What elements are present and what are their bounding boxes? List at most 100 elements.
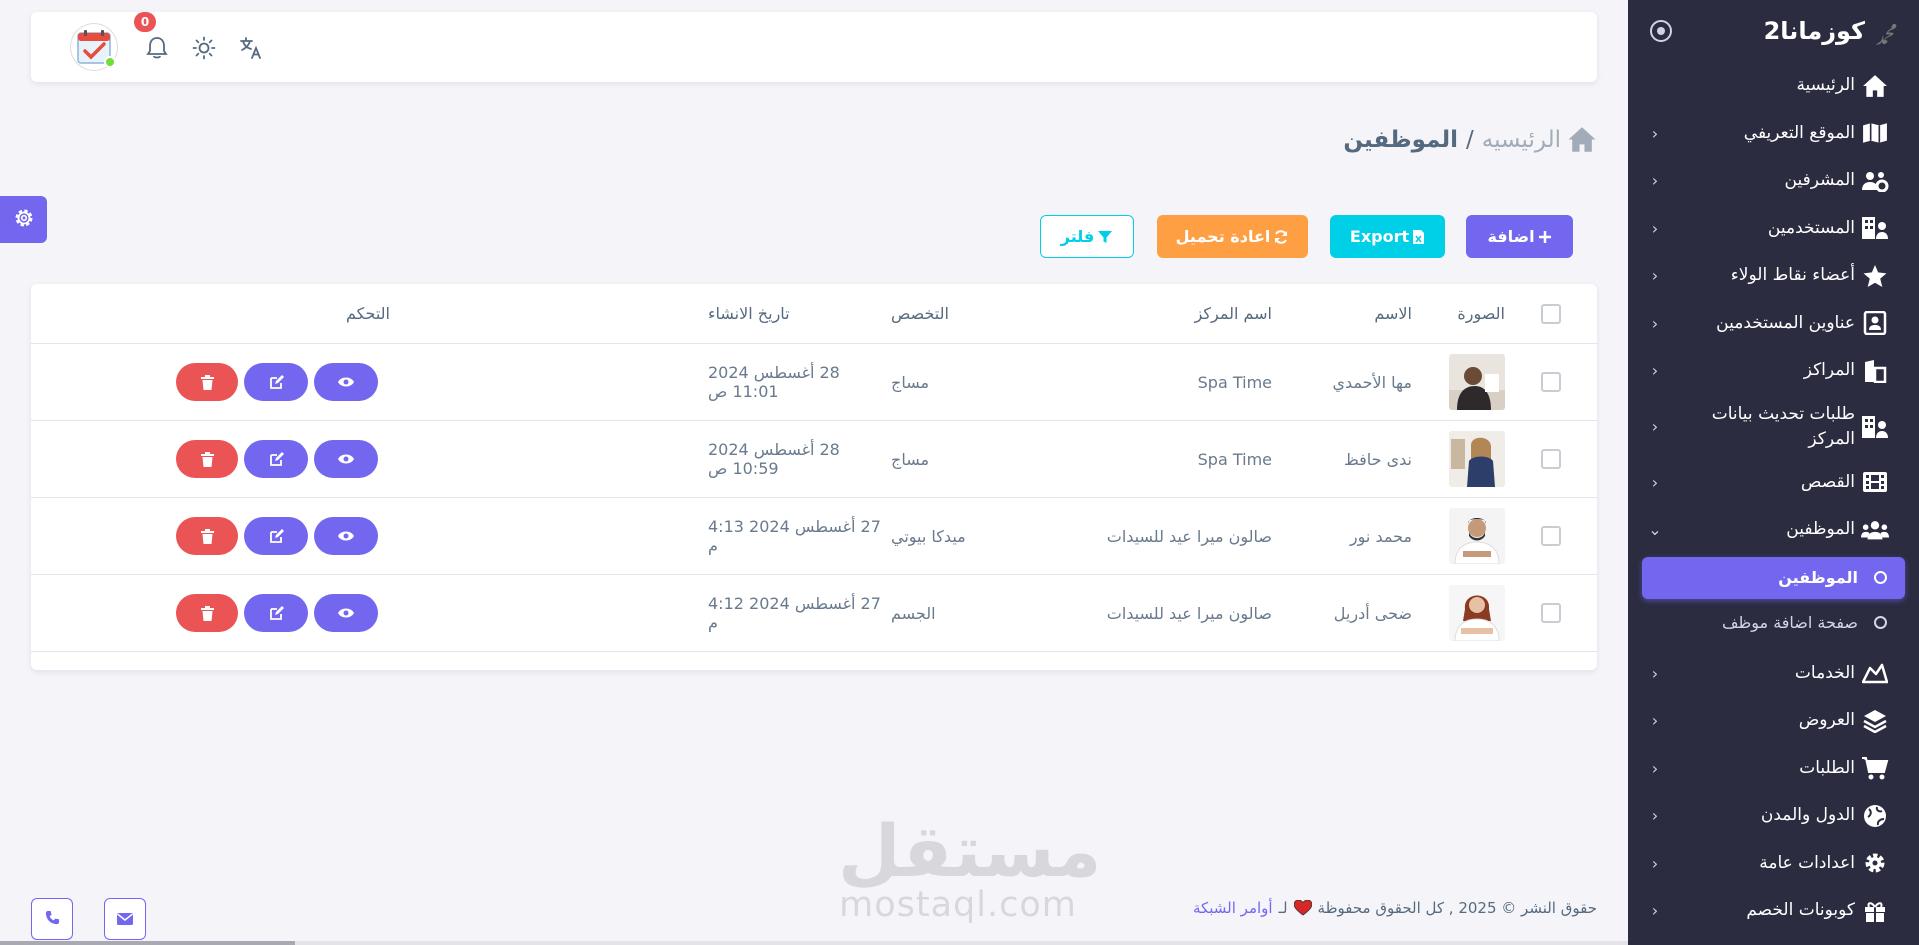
employee-center: صالون ميرا عيد للسيدات: [1106, 526, 1272, 546]
sidebar-item-employees[interactable]: الموظفين ⌄: [1628, 506, 1919, 554]
employees-submenu: الموظفين صفحة اضافة موظف: [1628, 556, 1919, 644]
employee-name: محمد نور: [1349, 526, 1412, 546]
delete-button[interactable]: [176, 363, 238, 401]
sidebar-item-loyalty-members[interactable]: أعضاء نقاط الولاء ‹: [1628, 252, 1919, 300]
top-navbar: 0: [31, 12, 1597, 82]
sidebar-toggle-icon[interactable]: [1650, 20, 1672, 42]
chevron-left-icon: ‹: [1651, 853, 1659, 873]
eye-icon: [338, 608, 354, 618]
delete-button[interactable]: [176, 440, 238, 478]
select-all-checkbox[interactable]: [1541, 303, 1561, 324]
customizer-gear-button[interactable]: [0, 196, 47, 243]
edit-button[interactable]: [244, 517, 308, 555]
gear-icon: [1861, 849, 1889, 877]
email-button[interactable]: [104, 898, 146, 940]
view-button[interactable]: [314, 594, 378, 632]
sidebar-item-supervisors[interactable]: المشرفين ‹: [1628, 157, 1919, 205]
map-icon: [1861, 119, 1889, 147]
online-status-dot: [104, 56, 116, 68]
employee-created: 28 أغسطس 2024 10:59 ص: [708, 440, 840, 478]
sidebar-subitem-employees[interactable]: الموظفين: [1642, 556, 1905, 599]
edit-button[interactable]: [244, 440, 308, 478]
sidebar-subitem-add-employee[interactable]: صفحة اضافة موظف: [1642, 602, 1905, 644]
sidebar-item-users[interactable]: المستخدمين ‹: [1628, 205, 1919, 253]
store-icon: [1861, 357, 1889, 385]
filter-button[interactable]: فلتر: [1040, 215, 1134, 258]
plus-icon: [1538, 230, 1552, 244]
bell-icon[interactable]: [143, 34, 171, 62]
export-button[interactable]: Export: [1330, 215, 1445, 258]
eye-icon: [338, 377, 354, 387]
view-button[interactable]: [314, 363, 378, 401]
filter-button-label: فلتر: [1060, 227, 1095, 246]
sidebar-item-offers[interactable]: العروض ‹: [1628, 697, 1919, 745]
sidebar-item-general-settings[interactable]: اعدادات عامة ‹: [1628, 840, 1919, 888]
sidebar-item-centers[interactable]: المراكز ‹: [1628, 347, 1919, 395]
employee-photo: [1449, 431, 1505, 487]
table-row: ضحى أدريل صالون ميرا عيد للسيدات الجسم 2…: [31, 575, 1597, 652]
sidebar-item-label: القصص: [1800, 471, 1855, 492]
employee-center: Spa Time: [1197, 372, 1272, 392]
horizontal-scrollbar[interactable]: [0, 941, 1628, 945]
sidebar-item-countries-cities[interactable]: الدول والمدن ‹: [1628, 792, 1919, 840]
brand-logo: ﷴ: [1875, 25, 1897, 49]
sidebar-item-user-addresses[interactable]: عناوين المستخدمين ‹: [1628, 300, 1919, 348]
sidebar-item-coupons[interactable]: كوبونات الخصم ‹: [1628, 887, 1919, 935]
home-icon[interactable]: [1567, 126, 1597, 153]
sidebar-item-landing-site[interactable]: الموقع التعريفي ‹: [1628, 110, 1919, 158]
chevron-left-icon: ‹: [1651, 711, 1659, 731]
reload-button[interactable]: اعادة تحميل: [1157, 215, 1308, 258]
chevron-left-icon: ‹: [1651, 361, 1659, 381]
sidebar-item-label: عناوين المستخدمين: [1716, 312, 1855, 333]
footer-for: لـ: [1278, 899, 1288, 917]
trash-icon: [200, 605, 214, 621]
address-card-icon: [1861, 309, 1889, 337]
row-checkbox[interactable]: [1541, 372, 1561, 392]
edit-icon: [269, 451, 284, 466]
view-button[interactable]: [314, 517, 378, 555]
copyright-text: حقوق النشر © 2025 , كل الحقوق محفوظة: [1317, 899, 1597, 917]
sidebar-item-orders[interactable]: الطلبات ‹: [1628, 745, 1919, 793]
watermark-latin: mostaql.com: [839, 885, 1077, 925]
edit-button[interactable]: [244, 363, 308, 401]
chevron-left-icon: ‹: [1651, 218, 1659, 238]
row-checkbox[interactable]: [1541, 449, 1561, 469]
sidebar: ﷴ كوزمانا2 الرئيسية الموقع التعريفي ‹ ال…: [1628, 0, 1919, 945]
employee-created: 28 أغسطس 2024 11:01 ص: [708, 363, 840, 401]
sidebar-item-services[interactable]: الخدمات ‹: [1628, 650, 1919, 698]
employee-name: ضحى أدريل: [1333, 603, 1412, 623]
trash-icon: [200, 451, 214, 467]
row-checkbox[interactable]: [1541, 603, 1561, 623]
edit-button[interactable]: [244, 594, 308, 632]
delete-button[interactable]: [176, 594, 238, 632]
translate-icon[interactable]: [237, 34, 265, 62]
employee-created: 27 أغسطس 2024 4:12 م: [708, 594, 881, 632]
chevron-left-icon: ‹: [1651, 417, 1659, 436]
filter-icon: [1097, 229, 1113, 245]
sidebar-item-label: أعضاء نقاط الولاء: [1730, 265, 1855, 286]
edit-icon: [269, 528, 284, 543]
delete-button[interactable]: [176, 517, 238, 555]
building-user-icon: [1861, 214, 1889, 242]
company-link[interactable]: أوامر الشبكة: [1193, 899, 1273, 917]
brand[interactable]: ﷴ كوزمانا2: [1628, 10, 1919, 52]
sidebar-item-home[interactable]: الرئيسية: [1628, 62, 1919, 110]
add-button[interactable]: اضافة: [1466, 215, 1573, 258]
edit-icon: [269, 374, 284, 389]
page-title: الموظفين: [1343, 126, 1459, 153]
sidebar-menu: الرئيسية الموقع التعريفي ‹ المشرفين ‹ ال…: [1628, 62, 1919, 554]
users-icon: [1861, 516, 1889, 544]
sidebar-item-stories[interactable]: القصص ‹: [1628, 459, 1919, 507]
circle-icon: [1874, 616, 1887, 629]
breadcrumb-home-link[interactable]: الرئيسيه: [1482, 127, 1561, 153]
cart-icon: [1861, 754, 1889, 782]
column-header-created: تاريخ الانشاء: [708, 304, 790, 323]
view-button[interactable]: [314, 440, 378, 478]
phone-button[interactable]: [31, 898, 73, 940]
sidebar-item-label: طلبات تحديث بيانات المركز: [1711, 403, 1855, 449]
sidebar-item-center-update-requests[interactable]: طلبات تحديث بيانات المركز ‹: [1628, 395, 1919, 459]
sun-icon[interactable]: [190, 34, 218, 62]
chevron-left-icon: ‹: [1651, 806, 1659, 826]
row-checkbox[interactable]: [1541, 526, 1561, 546]
gift-icon: [1861, 897, 1889, 925]
